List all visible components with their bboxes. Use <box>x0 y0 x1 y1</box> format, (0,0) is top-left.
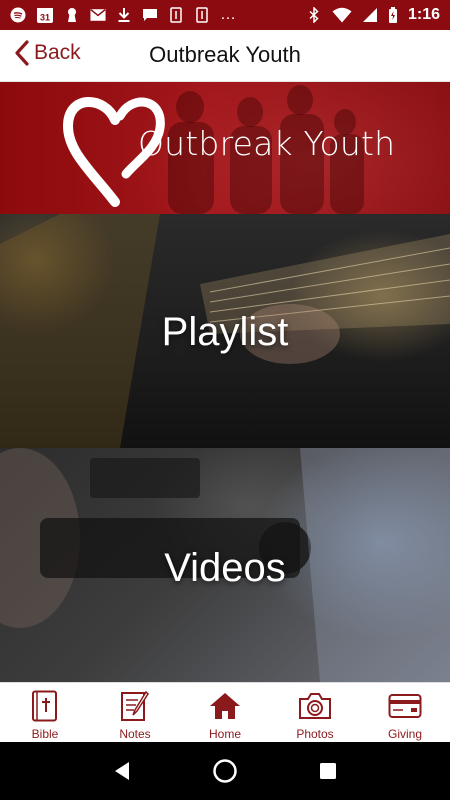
signal-icon <box>362 7 378 23</box>
tab-label: Notes <box>119 727 151 741</box>
calendar-day: 31 <box>40 13 50 23</box>
triangle-back-icon <box>114 762 129 780</box>
keyhole-icon <box>64 7 80 23</box>
system-nav-bar <box>0 742 450 800</box>
banner-title: Outbreak Youth <box>138 124 396 163</box>
chevron-left-icon <box>14 40 30 66</box>
videos-label: Videos <box>164 546 286 590</box>
download-icon <box>116 7 132 23</box>
home-icon <box>208 689 242 723</box>
gmail-icon <box>90 7 106 23</box>
tab-bible[interactable]: Bible <box>0 683 90 742</box>
ministry-banner: Outbreak Youth <box>0 82 450 214</box>
message-icon <box>142 7 158 23</box>
more-notifications-icon: … <box>220 6 236 23</box>
battery-icon <box>388 7 398 23</box>
tab-notes[interactable]: Notes <box>90 683 180 742</box>
app-screen: 31 … 1:16 Back Outbreak Youth Outbreak Y… <box>0 0 450 800</box>
notes-icon <box>118 689 152 723</box>
nav-back-button[interactable] <box>102 751 142 791</box>
nav-recents-button[interactable] <box>308 751 348 791</box>
credit-card-icon <box>388 689 422 723</box>
tab-label: Photos <box>296 727 334 741</box>
tab-giving[interactable]: Giving <box>360 683 450 742</box>
status-bar: 31 … 1:16 <box>0 0 450 30</box>
spotify-icon <box>10 7 26 23</box>
tab-label: Bible <box>31 727 59 741</box>
bottom-tab-bar: Bible Notes Home Photos Giving <box>0 682 450 742</box>
notification-icons: 31 … <box>10 6 236 24</box>
nav-home-button[interactable] <box>205 751 245 791</box>
clock: 1:16 <box>407 6 440 23</box>
bluetooth-icon <box>306 7 322 23</box>
app-header: Back Outbreak Youth <box>0 30 450 82</box>
calendar-icon: 31 <box>36 7 54 23</box>
bible-icon <box>28 689 62 723</box>
tab-label: Giving <box>387 727 422 741</box>
system-icons: 1:16 <box>306 6 440 24</box>
tab-label: Home <box>208 727 241 741</box>
sim-icon <box>168 7 184 23</box>
back-label: Back <box>34 41 81 64</box>
playlist-tile[interactable]: Playlist <box>0 214 450 448</box>
camera-icon <box>298 689 332 723</box>
circle-home-icon <box>213 759 237 783</box>
videos-tile[interactable]: Videos <box>0 448 450 682</box>
sim-icon <box>194 7 210 23</box>
playlist-label: Playlist <box>161 310 289 354</box>
square-recents-icon <box>320 763 337 779</box>
tab-home[interactable]: Home <box>180 683 270 742</box>
tab-photos[interactable]: Photos <box>270 683 360 742</box>
wifi-icon <box>332 7 352 23</box>
back-button[interactable]: Back <box>14 40 81 66</box>
